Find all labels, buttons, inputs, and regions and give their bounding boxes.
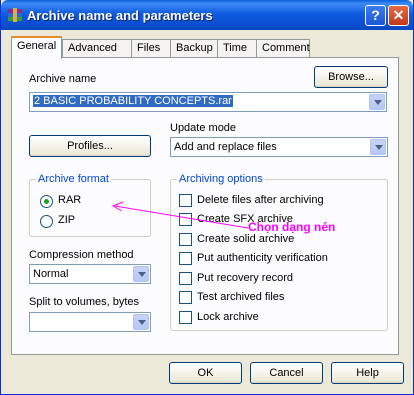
archiving-options-title: Archiving options	[177, 173, 265, 185]
browse-button[interactable]: Browse...	[314, 66, 388, 88]
check-delete-files-label[interactable]: Delete files after archiving	[197, 194, 324, 206]
split-label: Split to volumes, bytes	[29, 296, 140, 308]
compression-label: Compression method	[29, 249, 134, 261]
check-create-solid[interactable]	[179, 233, 192, 246]
check-create-solid-label[interactable]: Create solid archive	[197, 233, 294, 245]
update-mode-combo[interactable]: Add and replace files	[170, 137, 388, 157]
check-delete-files[interactable]	[179, 194, 192, 207]
archive-format-title: Archive format	[36, 173, 111, 185]
compression-value: Normal	[33, 268, 69, 280]
check-test-archived[interactable]	[179, 291, 192, 304]
radio-zip[interactable]	[40, 215, 53, 228]
profiles-button[interactable]: Profiles...	[29, 135, 151, 157]
tab-backup[interactable]: Backup	[170, 39, 218, 58]
compression-combo[interactable]: Normal	[29, 264, 151, 284]
check-recovery-record-label[interactable]: Put recovery record	[197, 272, 293, 284]
help-title-button[interactable]: ?	[365, 5, 386, 26]
archiving-options-group: Archiving options Delete files after arc…	[170, 173, 388, 331]
title-bar[interactable]: Archive name and parameters ? ✕	[1, 0, 413, 30]
check-lock-archive[interactable]	[179, 311, 192, 324]
radio-zip-label[interactable]: ZIP	[58, 214, 75, 226]
chevron-down-icon[interactable]	[370, 139, 386, 155]
chevron-down-icon[interactable]	[369, 94, 385, 110]
tab-files[interactable]: Files	[131, 39, 171, 58]
archive-name-label: Archive name	[29, 73, 97, 85]
close-button[interactable]: ✕	[388, 5, 409, 26]
general-panel: Archive name Browse... 2 BASIC PROBABILI…	[11, 57, 399, 355]
winrar-icon	[8, 8, 22, 22]
check-recovery-record[interactable]	[179, 272, 192, 285]
check-test-archived-label[interactable]: Test archived files	[197, 291, 284, 303]
check-lock-archive-label[interactable]: Lock archive	[197, 311, 259, 323]
chevron-down-icon[interactable]	[133, 314, 149, 330]
split-combo[interactable]	[29, 312, 151, 332]
radio-rar[interactable]	[40, 195, 53, 208]
update-mode-label: Update mode	[170, 122, 237, 134]
help-button[interactable]: Help	[331, 362, 404, 384]
window-title: Archive name and parameters	[27, 8, 213, 23]
update-mode-value: Add and replace files	[174, 141, 277, 153]
tab-time[interactable]: Time	[217, 39, 257, 58]
archive-format-group: Archive format RAR ZIP	[29, 173, 151, 237]
archive-name-value: 2 BASIC PROBABILITY CONCEPTS.rar	[33, 95, 233, 107]
archive-dialog: Archive name and parameters ? ✕ General …	[0, 0, 414, 395]
tab-advanced[interactable]: Advanced	[62, 39, 132, 58]
chevron-down-icon[interactable]	[133, 266, 149, 282]
tab-general[interactable]: General	[11, 36, 62, 59]
annotation-label: Chọn dạng nén	[248, 220, 336, 234]
check-authenticity[interactable]	[179, 252, 192, 265]
tab-comment[interactable]: Comment	[256, 39, 310, 58]
ok-button[interactable]: OK	[169, 362, 242, 384]
archive-name-combo[interactable]: 2 BASIC PROBABILITY CONCEPTS.rar	[29, 92, 387, 112]
cancel-button[interactable]: Cancel	[250, 362, 323, 384]
check-create-sfx[interactable]	[179, 213, 192, 226]
check-authenticity-label[interactable]: Put authenticity verification	[197, 252, 328, 264]
radio-rar-label[interactable]: RAR	[58, 194, 81, 206]
